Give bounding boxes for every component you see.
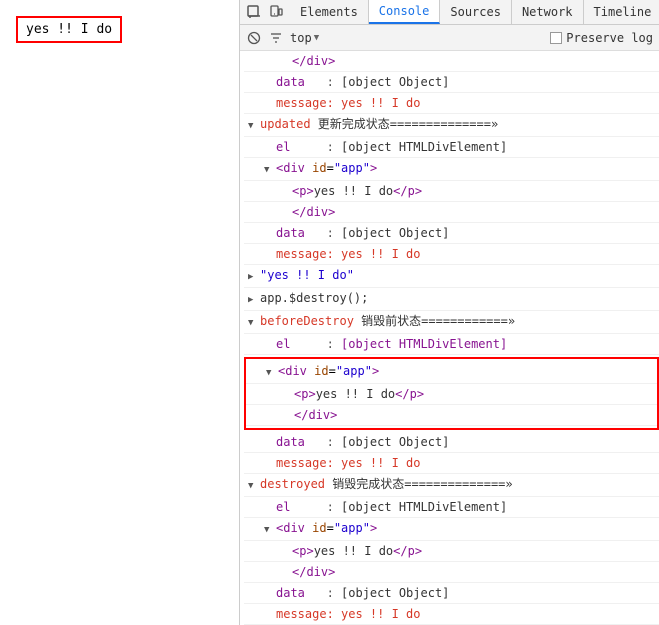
inspect-icon[interactable] [246,4,262,20]
list-item: </div> [244,51,659,72]
tab-sources-label: Sources [450,5,501,19]
devtools-panel: Elements Console Sources Network Timelin… [240,0,659,625]
list-item: el : [object HTMLDivElement] [244,137,659,158]
expand-beforedestroy-arrow[interactable] [248,312,260,332]
context-select[interactable]: top ▼ [290,31,319,45]
list-item[interactable]: beforeDestroy 销毁前状态============» [244,311,659,334]
list-item: el : [object HTMLDivElement] [244,334,659,355]
highlighted-section-1: <div id="app"> <p>yes !! I do</p> </div> [244,357,659,430]
output-text: yes !! I do [26,22,112,37]
tab-elements[interactable]: Elements [290,0,369,24]
list-item[interactable]: app.$destroy(); [244,288,659,311]
expand-destroyed-arrow[interactable] [248,475,260,495]
clear-icon[interactable] [246,30,262,46]
devtools-icons [240,4,290,20]
list-item: message: yes !! I do [244,244,659,265]
devtools-tabs: Elements Console Sources Network Timelin… [240,0,659,25]
preserve-log-label: Preserve log [566,31,653,45]
expand-div-arrow[interactable] [264,159,276,179]
list-item[interactable]: <div id="app"> [246,361,657,384]
list-item: data : [object Object] [244,223,659,244]
list-item: message: yes !! I do [244,93,659,114]
tab-sources[interactable]: Sources [440,0,512,24]
expand-yes-arrow[interactable] [248,266,260,286]
left-panel: yes !! I do [0,0,240,625]
list-item: data : [object Object] [244,72,659,93]
list-item: el : [object HTMLDivElement] [244,497,659,518]
context-arrow: ▼ [314,33,319,43]
tab-network[interactable]: Network [512,0,584,24]
expand-div2-arrow[interactable] [266,362,278,382]
console-content: </div> data : [object Object] message: y… [240,51,659,625]
expand-div3-arrow[interactable] [264,519,276,539]
list-item[interactable]: "yes !! I do" [244,265,659,288]
context-value: top [290,31,312,45]
list-item: data : [object Object] [244,432,659,453]
list-item[interactable]: <div id="app"> [244,158,659,181]
tab-network-label: Network [522,5,573,19]
left-panel-content: yes !! I do [0,0,239,59]
list-item: message: yes !! I do [244,604,659,625]
list-item[interactable]: <div id="app"> [244,518,659,541]
list-item: </div> [244,562,659,583]
tab-console-label: Console [379,4,430,18]
list-item[interactable]: updated 更新完成状态==============» [244,114,659,137]
list-item: <p>yes !! I do</p> [244,541,659,562]
list-item: data : [object Object] [244,583,659,604]
expand-destroy-arrow[interactable] [248,289,260,309]
device-icon[interactable] [268,4,284,20]
tab-console[interactable]: Console [369,0,441,24]
filter-icon[interactable] [268,30,284,46]
expand-updated-arrow[interactable] [248,115,260,135]
tab-elements-label: Elements [300,5,358,19]
list-item: </div> [244,202,659,223]
list-item: message: yes !! I do [244,453,659,474]
preserve-log-checkbox[interactable] [550,32,562,44]
preserve-log-container: Preserve log [550,31,653,45]
output-box: yes !! I do [16,16,122,43]
list-item[interactable]: destroyed 销毁完成状态==============» [244,474,659,497]
tab-timeline[interactable]: Timeline [584,0,659,24]
list-item: </div> [246,405,657,426]
devtools-toolbar: top ▼ Preserve log [240,25,659,51]
list-item: <p>yes !! I do</p> [244,181,659,202]
list-item: <p>yes !! I do</p> [246,384,657,405]
tab-timeline-label: Timeline [594,5,652,19]
